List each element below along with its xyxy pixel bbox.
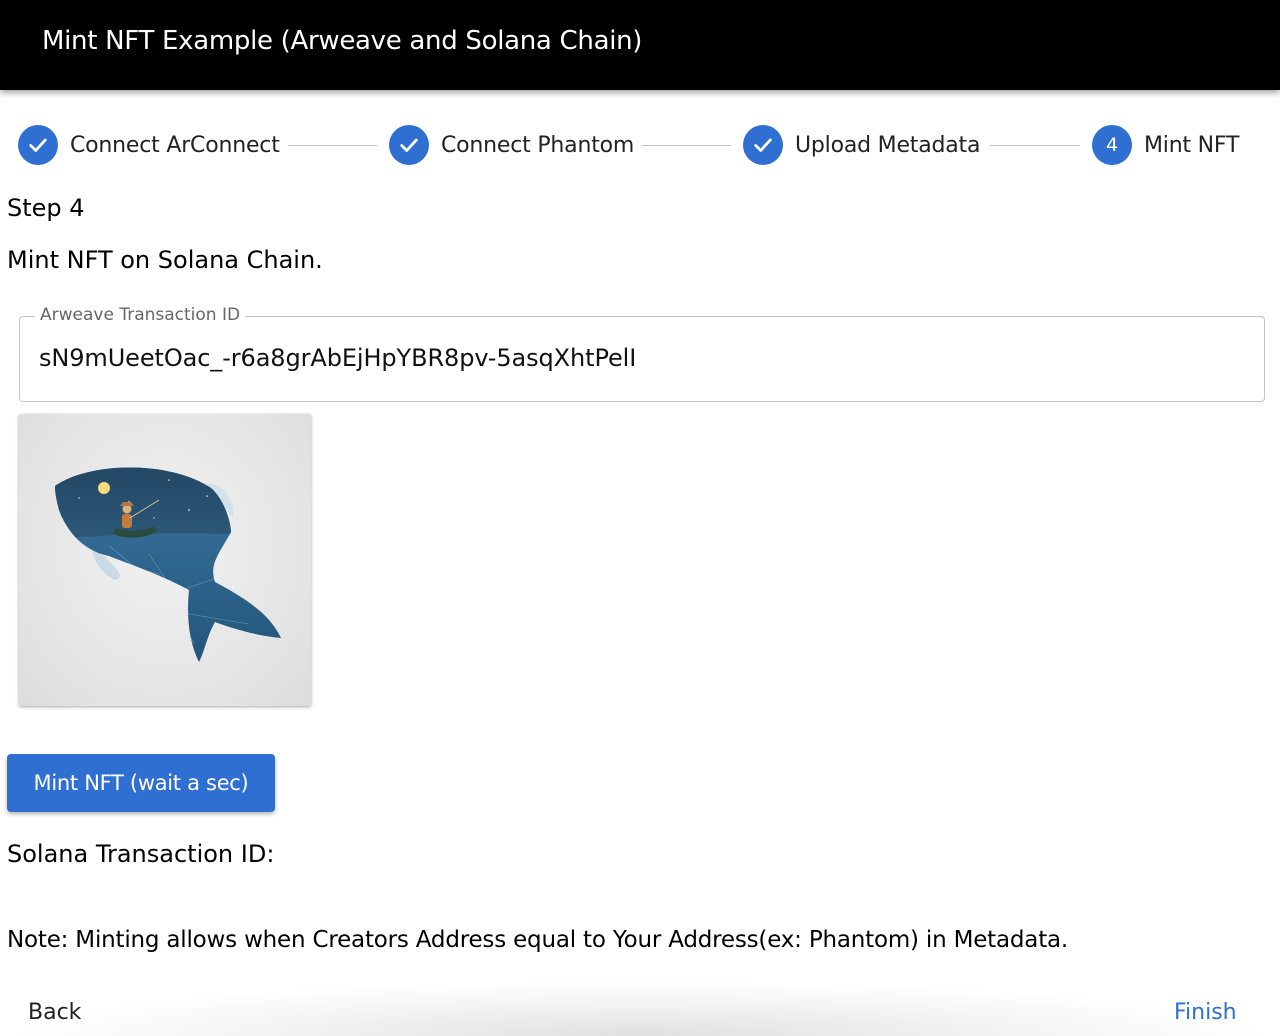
minting-note: Note: Minting allows when Creators Addre… (7, 927, 1069, 953)
field-label: Arweave Transaction ID (34, 305, 247, 325)
solana-transaction-id-label: Solana Transaction ID: (7, 840, 275, 868)
step-connect-arconnect: Connect ArConnect (18, 124, 280, 166)
field-value[interactable]: sN9mUeetOac_-r6a8grAbEjHpYBR8pv-5asqXhtP… (39, 344, 636, 372)
stepper: Connect ArConnect Connect Phantom Upload… (0, 124, 1280, 168)
step-mint-nft: 4 Mint NFT (1092, 124, 1239, 166)
bottom-navigation-bar (0, 980, 1280, 1036)
check-icon (400, 138, 418, 152)
step-number-circle: 4 (1092, 125, 1132, 165)
nft-image (19, 414, 311, 706)
step-label: Mint NFT (1144, 132, 1240, 158)
back-button[interactable]: Back (20, 1000, 89, 1025)
step-upload-metadata: Upload Metadata (743, 124, 980, 166)
step-label: Connect ArConnect (70, 132, 280, 158)
mint-nft-button[interactable]: Mint NFT (wait a sec) (7, 754, 275, 812)
step-connector (990, 145, 1080, 146)
check-icon (754, 138, 772, 152)
step-label: Connect Phantom (441, 132, 635, 158)
step-label: Upload Metadata (795, 132, 981, 158)
app-title: Mint NFT Example (Arweave and Solana Cha… (42, 26, 643, 56)
step-description: Mint NFT on Solana Chain. (7, 246, 323, 274)
step-connector (642, 145, 731, 146)
arweave-transaction-id-field[interactable]: Arweave Transaction ID sN9mUeetOac_-r6a8… (19, 305, 1265, 402)
step-heading: Step 4 (7, 194, 85, 222)
step-completed-circle (18, 125, 58, 165)
step-completed-circle (389, 125, 429, 165)
step-connector (288, 145, 377, 146)
step-connect-phantom: Connect Phantom (389, 124, 634, 166)
check-icon (29, 138, 47, 152)
step-completed-circle (743, 125, 783, 165)
finish-button[interactable]: Finish (1166, 1000, 1245, 1025)
app-bar: Mint NFT Example (Arweave and Solana Cha… (0, 0, 1280, 90)
fish-fisherman-artwork-icon (55, 467, 281, 662)
